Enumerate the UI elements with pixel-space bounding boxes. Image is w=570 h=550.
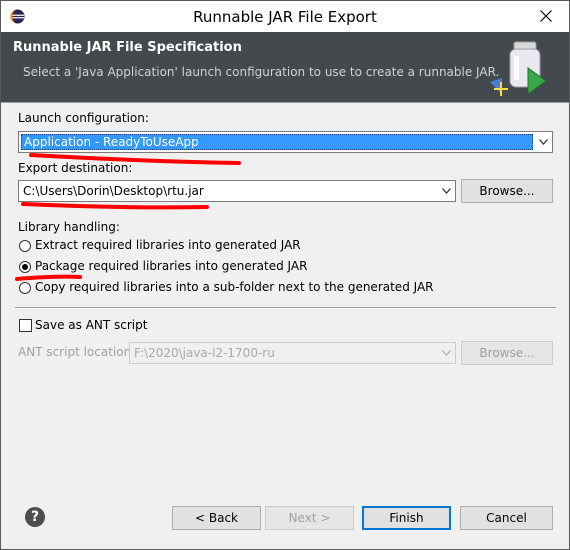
launch-config-value: Application - ReadyToUseApp (24, 135, 199, 149)
annotation-stroke-export (21, 202, 209, 210)
export-dialog: Runnable JAR File Export Runnable JAR Fi… (0, 0, 570, 550)
annotation-stroke-launch (29, 153, 241, 165)
annotation-stroke-package (15, 274, 82, 281)
red-annotation-marks (15, 153, 241, 281)
